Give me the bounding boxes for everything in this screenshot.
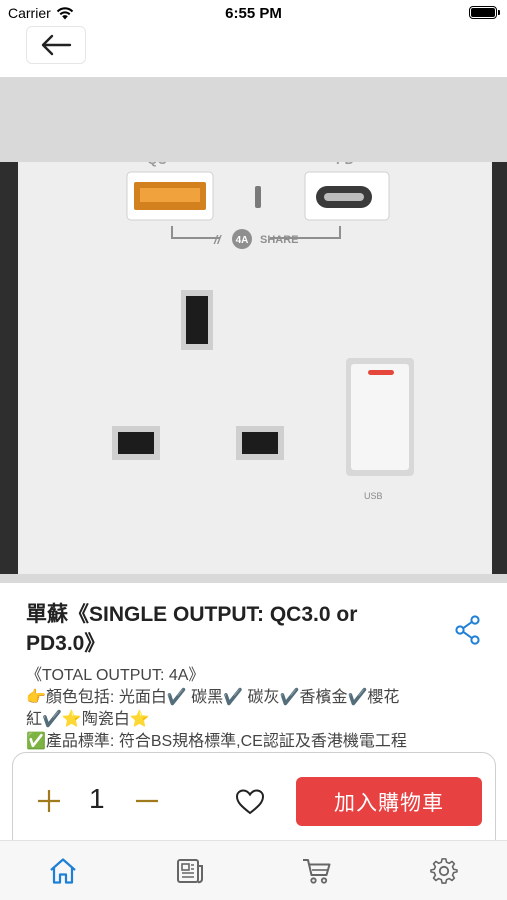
quantity-decrease-button[interactable]	[135, 789, 159, 813]
tab-news[interactable]	[127, 841, 254, 900]
status-time: 6:55 PM	[225, 5, 282, 22]
favorite-button[interactable]	[235, 787, 265, 817]
usb-mark: USB	[364, 491, 383, 501]
status-bar: Carrier 6:55 PM	[0, 0, 507, 26]
share-text: SHARE	[260, 234, 299, 246]
cart-icon	[302, 858, 331, 884]
description-line: 👉顏色包括: 光面白✔️ 碳黑✔️ 碳灰✔️香檳金✔️櫻花	[26, 689, 400, 706]
quantity-increase-button[interactable]	[37, 789, 61, 813]
tab-settings[interactable]	[380, 841, 507, 900]
add-to-cart-button[interactable]: 加入購物車	[296, 777, 482, 826]
product-image[interactable]: QC PD // 4A SHARE USB	[0, 77, 507, 583]
port-label-qc: QC	[147, 162, 167, 167]
back-button[interactable]	[26, 26, 86, 64]
description-line: 《TOTAL OUTPUT: 4A》	[26, 667, 205, 684]
port-label-pd: PD	[336, 162, 354, 167]
battery-icon	[469, 6, 500, 19]
gear-icon	[429, 857, 458, 884]
product-description: 《TOTAL OUTPUT: 4A》 👉顏色包括: 光面白✔️ 碳黑✔️ 碳灰✔…	[26, 665, 486, 753]
description-line: 紅✔️⭐陶瓷白⭐	[26, 711, 150, 728]
tab-bar	[0, 840, 507, 900]
share-badge-text: 4A	[236, 235, 249, 246]
home-icon	[50, 857, 77, 884]
product-title-row: 單蘇《SINGLE OUTPUT: QC3.0 or PD3.0》	[26, 600, 426, 658]
socket-photo: QC PD // 4A SHARE USB	[0, 162, 507, 574]
description-line: ✅產品標準: 符合BS規格標準,CE認証及香港機電工程	[26, 733, 407, 750]
quantity-value: 1	[89, 783, 105, 814]
share-button[interactable]	[452, 614, 484, 646]
tab-home[interactable]	[0, 841, 127, 900]
arrow-left-icon	[41, 34, 72, 56]
cart-panel: 1 加入購物車	[12, 752, 496, 852]
tab-cart[interactable]	[254, 841, 381, 900]
minus-icon	[136, 799, 158, 803]
product-title: 單蘇《SINGLE OUTPUT: QC3.0 or PD3.0》	[26, 603, 358, 655]
heart-icon	[235, 789, 265, 815]
news-icon	[177, 858, 204, 883]
plus-icon	[38, 790, 60, 812]
share-icon	[455, 615, 480, 645]
